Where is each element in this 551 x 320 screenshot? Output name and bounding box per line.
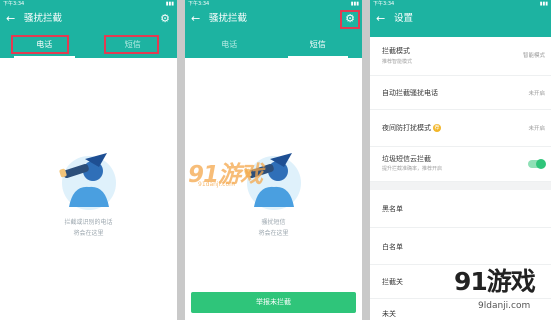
setting-label: 拦截关 [382,278,403,286]
phone-screen-calls: 下午3:34 ▮▮▮ ← 骚扰拦截 ⚙ 电话 短信 拦截或识别的电话 将会在这里 [0,0,177,320]
page-title: 骚扰拦截 [24,13,63,24]
page-title: 设置 [394,13,414,24]
setting-label: 自动拦截骚扰电话 [382,89,438,97]
recommend-badge: 荐 [433,124,441,132]
setting-label: 拦截模式 [382,47,410,55]
empty-state-text: 拦截或识别的电话 将会在这里 [0,217,177,239]
watermark-center-url: 91danji.com [198,181,235,188]
setting-night-mode[interactable]: 夜间防打扰模式荐 未开启 [370,110,551,147]
setting-block-mode[interactable]: 拦截模式 推荐智能模式 智能模式 [370,37,551,76]
watermark-corner: 91游戏 [454,267,536,296]
tab-sms[interactable]: 短信 [274,31,363,58]
status-bar: 下午3:34 ▮▮▮ [0,0,177,9]
watermark-corner-url: 9ldanji.com [478,301,531,311]
setting-whitelist[interactable]: 白名单 [370,228,551,265]
back-arrow-icon[interactable]: ← [6,13,15,25]
setting-value: 智能模式 [522,53,545,59]
setting-sublabel: 提升拦截准确率，推荐开启 [382,166,443,172]
empty-state-text: 骚扰短信 将会在这里 [185,217,362,239]
tab-sms-label: 短信 [309,40,326,49]
app-bar: ← 骚扰拦截 ⚙ [185,9,362,31]
highlight-box-calls-tab [11,35,69,54]
status-icons: ▮▮▮ [539,1,548,7]
setting-auto-block-calls[interactable]: 自动拦截骚扰电话 未开启 [370,76,551,110]
setting-label: 白名单 [382,243,403,251]
tab-calls[interactable]: 电话 [185,31,274,58]
report-unblocked-button[interactable]: 举报未拦截 [191,292,356,313]
setting-blacklist[interactable]: 黑名单 [370,190,551,228]
status-bar: 下午3:34 ▮▮▮ [185,0,362,9]
back-arrow-icon[interactable]: ← [191,13,200,25]
empty-line-1: 拦截或识别的电话 [64,219,113,226]
setting-label: 黑名单 [382,205,403,213]
back-arrow-icon[interactable]: ← [376,13,385,25]
page-title: 骚扰拦截 [209,13,248,24]
empty-line-2: 将会在这里 [258,230,289,237]
setting-label: 垃圾短信云拦截 [382,155,431,163]
tab-bar: 电话 短信 [185,31,362,58]
tab-bar: 电话 短信 [0,31,177,58]
setting-spam-sms-cloud[interactable]: 垃圾短信云拦截 提升拦截准确率，推荐开启 [370,147,551,182]
setting-label: 夜间防打扰模式荐 [382,123,441,133]
empty-state-illustration [58,153,116,210]
section-divider [370,182,551,190]
empty-line-1: 骚扰短信 [261,219,286,226]
empty-line-2: 将会在这里 [73,230,104,237]
app-bar: ← 骚扰拦截 ⚙ [0,9,177,31]
app-bar: ← 设置 [370,9,551,31]
status-time: 下午3:34 [3,1,25,7]
gear-icon[interactable]: ⚙ [160,13,170,25]
highlight-box-sms-tab [104,35,159,54]
status-bar: 下午3:34 ▮▮▮ [370,0,551,9]
setting-value: 未开启 [528,126,545,132]
highlight-box-gear [340,10,360,29]
setting-sublabel: 推荐智能模式 [382,59,413,65]
status-time: 下午3:34 [373,1,395,7]
status-icons: ▮▮▮ [165,1,174,7]
status-time: 下午3:34 [188,1,210,7]
setting-label: 未关 [382,310,396,318]
spam-sms-toggle[interactable] [528,158,546,169]
setting-value: 未开启 [528,91,545,97]
status-icons: ▮▮▮ [350,1,359,7]
tab-calls-label: 电话 [221,40,238,49]
setting-label-text: 夜间防打扰模式 [382,124,431,132]
